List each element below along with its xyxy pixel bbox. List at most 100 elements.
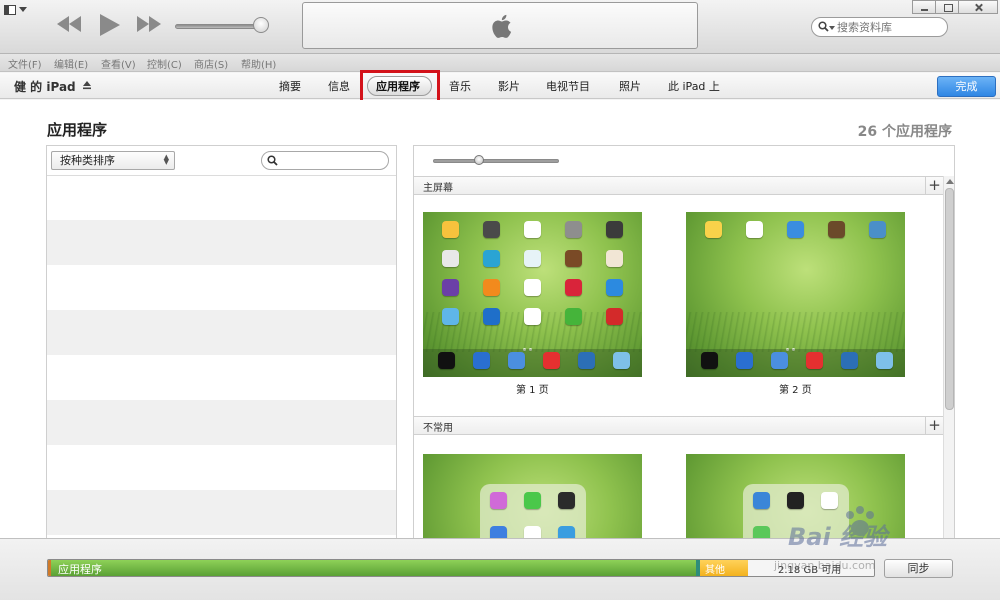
search-options-icon[interactable] (829, 26, 835, 30)
app-search-field[interactable] (261, 151, 389, 170)
play-button[interactable] (98, 13, 122, 37)
app-icon[interactable] (565, 279, 582, 296)
dock-app-icon[interactable] (613, 352, 630, 369)
done-button[interactable]: 完成 (937, 76, 996, 97)
list-item[interactable] (47, 265, 396, 310)
app-icon[interactable] (606, 308, 623, 325)
volume-knob[interactable] (253, 17, 269, 33)
next-track-button[interactable] (136, 16, 162, 32)
qq-app-icon[interactable] (736, 352, 753, 369)
menu-view[interactable]: 查看(V) (101, 56, 136, 71)
app-icon[interactable] (483, 250, 500, 267)
safari-app-icon[interactable] (787, 221, 804, 238)
unused-screen-page[interactable] (423, 454, 642, 538)
reminders-app-icon[interactable] (746, 221, 763, 238)
sidebar-toggle-menu[interactable] (4, 4, 30, 16)
scroll-thumb[interactable] (945, 188, 954, 410)
camera-app-icon[interactable] (483, 221, 500, 238)
capacity-segment-other: 其他 (700, 560, 748, 576)
device-name[interactable]: 健 的 iPad (14, 78, 76, 95)
videos-app-icon[interactable] (606, 221, 623, 238)
page-title: 应用程序 (47, 121, 108, 139)
app-folder[interactable] (480, 484, 586, 538)
messages-app-icon[interactable] (524, 492, 541, 509)
app-icon[interactable] (606, 250, 623, 267)
tab-music[interactable]: 音乐 (449, 78, 471, 94)
app-icon[interactable] (442, 279, 459, 296)
menu-edit[interactable]: 编辑(E) (54, 56, 88, 71)
app-icon[interactable] (483, 279, 500, 296)
close-button[interactable] (958, 0, 998, 14)
minimize-button[interactable] (912, 0, 936, 14)
annotation-highlight-box (360, 70, 440, 103)
ibooks-app-icon[interactable] (565, 250, 582, 267)
list-item[interactable] (47, 490, 396, 535)
list-item[interactable] (47, 220, 396, 265)
list-item[interactable] (47, 400, 396, 445)
library-search-input[interactable] (837, 20, 945, 34)
app-icon[interactable] (524, 250, 541, 267)
window-controls (912, 0, 998, 14)
tab-on-this-ipad[interactable]: 此 iPad 上 (668, 78, 720, 94)
add-page-button[interactable]: + (925, 177, 943, 195)
app-icon[interactable] (558, 492, 575, 509)
tab-movies[interactable]: 影片 (498, 78, 520, 94)
dock-app-icon[interactable] (771, 352, 788, 369)
app-icon[interactable] (490, 526, 507, 538)
dock-app-icon[interactable] (578, 352, 595, 369)
section-header-unused: 不常用 + (414, 416, 944, 435)
previous-track-button[interactable] (56, 16, 82, 32)
app-icon[interactable] (524, 308, 541, 325)
adobe-reader-app-icon[interactable] (806, 352, 823, 369)
menu-controls[interactable]: 控制(C) (147, 56, 182, 71)
dock-app-icon[interactable] (508, 352, 525, 369)
sort-select-value: 按种类排序 (60, 154, 115, 167)
home-screen-page-1[interactable] (423, 212, 642, 377)
device-nav-bar: 健 的 iPad 摘要 信息 应用程序 音乐 影片 电视节目 照片 此 iPad… (0, 73, 1000, 99)
menu-store[interactable]: 商店(S) (194, 56, 228, 71)
app-icon[interactable] (828, 221, 845, 238)
app-icon[interactable] (483, 308, 500, 325)
app-icon[interactable] (869, 221, 886, 238)
sort-select[interactable]: 按种类排序 ▲ ▼ (51, 151, 175, 170)
app-icon[interactable] (606, 279, 623, 296)
tab-tv-shows[interactable]: 电视节目 (546, 78, 590, 94)
library-search[interactable] (811, 17, 948, 37)
notes-app-icon[interactable] (705, 221, 722, 238)
eject-icon[interactable] (82, 80, 92, 90)
calendar-app-icon[interactable] (524, 221, 541, 238)
photos-app-icon[interactable] (442, 221, 459, 238)
scroll-up-icon[interactable] (946, 179, 954, 184)
screen-size-knob[interactable] (474, 155, 484, 165)
maximize-button[interactable] (935, 0, 959, 14)
app-icon[interactable] (442, 308, 459, 325)
list-item[interactable] (47, 175, 396, 220)
app-icon[interactable] (524, 279, 541, 296)
vertical-scrollbar[interactable] (943, 176, 954, 538)
list-item[interactable] (47, 355, 396, 400)
app-icon[interactable] (524, 526, 541, 538)
settings-app-icon[interactable] (565, 221, 582, 238)
app-icon[interactable] (565, 308, 582, 325)
maps-app-icon[interactable] (442, 250, 459, 267)
dock-app-icon[interactable] (841, 352, 858, 369)
dock-app-icon[interactable] (876, 352, 893, 369)
add-page-button[interactable]: + (925, 417, 943, 435)
home-screen-page-2[interactable] (686, 212, 905, 377)
tab-info[interactable]: 信息 (328, 78, 350, 94)
app-icon[interactable] (558, 526, 575, 538)
dock-app-icon[interactable] (701, 352, 718, 369)
volume-slider[interactable] (175, 17, 269, 33)
menu-file[interactable]: 文件(F) (8, 56, 42, 71)
adobe-reader-app-icon[interactable] (543, 352, 560, 369)
menu-help[interactable]: 帮助(H) (241, 56, 276, 71)
qq-app-icon[interactable] (473, 352, 490, 369)
tab-summary[interactable]: 摘要 (279, 78, 301, 94)
screen-size-slider[interactable] (433, 155, 559, 165)
updown-arrows-icon: ▲ ▼ (163, 153, 169, 166)
app-icon[interactable] (490, 492, 507, 509)
list-item[interactable] (47, 445, 396, 490)
dock-app-icon[interactable] (438, 352, 455, 369)
list-item[interactable] (47, 310, 396, 355)
tab-photos[interactable]: 照片 (619, 78, 641, 94)
